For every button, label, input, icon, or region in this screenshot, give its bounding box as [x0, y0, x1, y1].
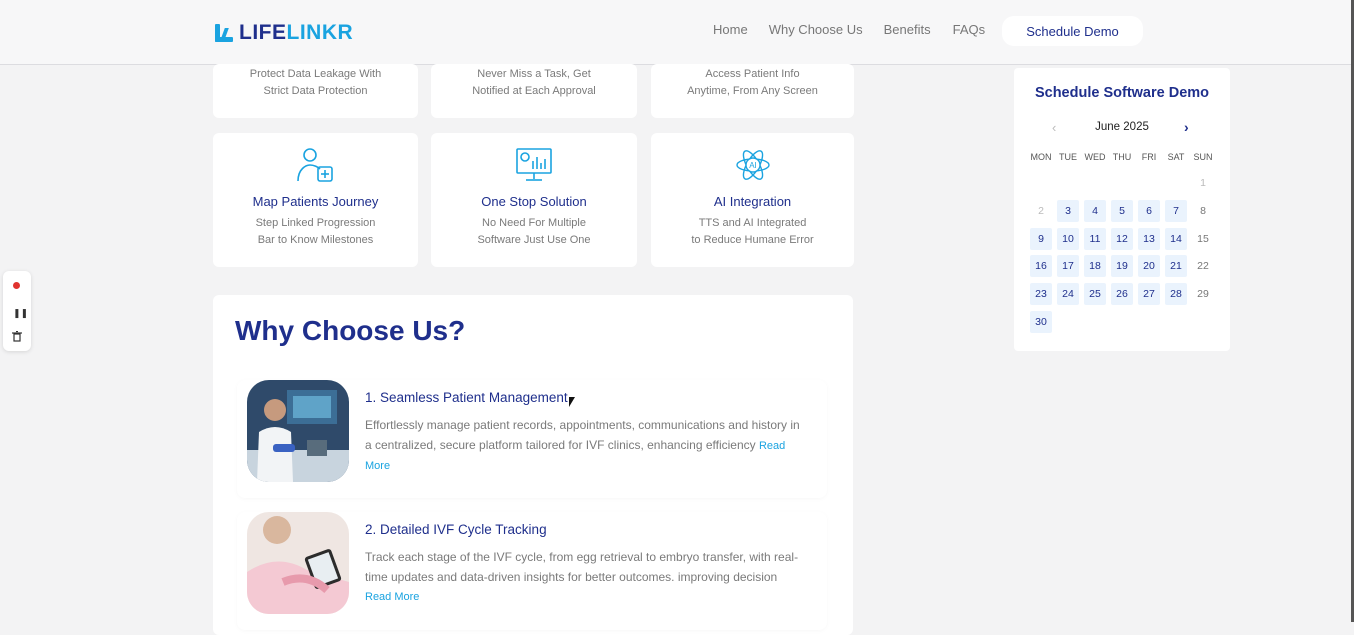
calendar-day: 8	[1200, 204, 1206, 217]
calendar-day[interactable]: 10	[1057, 227, 1079, 250]
why-item-patient-management: 1. Seamless Patient Management Effortles…	[237, 380, 827, 498]
schedule-demo-calendar: Schedule Software Demo ‹ June 2025 › MON…	[1014, 68, 1230, 351]
main-nav: Home Why Choose Us Benefits FAQs	[713, 22, 985, 37]
nav-why-choose-us[interactable]: Why Choose Us	[769, 22, 863, 37]
calendar-day: 1	[1200, 177, 1206, 189]
calendar-month: June 2025	[1095, 121, 1149, 133]
calendar-day[interactable]: 27	[1138, 283, 1160, 306]
feature-desc: Never Miss a Task, Get Notified at Each A…	[472, 68, 596, 97]
feature-card-data-protection: Protect Data Leakage With Strict Data Pro…	[213, 64, 418, 118]
weekday-header: SAT	[1167, 152, 1185, 162]
why-item-title: 2. Detailed IVF Cycle Tracking	[365, 522, 547, 537]
weekday-header: FRI	[1141, 152, 1157, 162]
monitor-chart-icon	[515, 147, 553, 189]
calendar-day: 22	[1197, 260, 1209, 273]
feature-card-patient-journey: Map Patients Journey Step Linked Progres…	[213, 133, 418, 267]
calendar-day[interactable]: 12	[1111, 227, 1133, 250]
record-icon[interactable]	[13, 282, 20, 289]
calendar-day[interactable]: 6	[1138, 199, 1160, 222]
calendar-day: 2	[1038, 204, 1044, 217]
feature-title: Map Patients Journey	[252, 194, 379, 209]
feature-desc: Step Linked Progression Bar to Know Miles…	[255, 217, 376, 246]
calendar-day[interactable]: 26	[1111, 283, 1133, 306]
calendar-day[interactable]: 20	[1138, 255, 1160, 278]
calendar-day[interactable]: 28	[1165, 283, 1187, 306]
feature-card-access: Access Patient Info Anytime, From Any Scr…	[651, 64, 854, 118]
calendar-day[interactable]: 25	[1084, 283, 1106, 306]
calendar-title: Schedule Software Demo	[1034, 85, 1210, 101]
weekday-header: MON	[1030, 152, 1052, 162]
brand-name: LIFELINKR	[239, 21, 354, 44]
weekday-header: THU	[1112, 152, 1132, 162]
svg-text:AI: AI	[749, 161, 757, 170]
calendar-day[interactable]: 24	[1057, 283, 1079, 306]
weekday-header: SUN	[1193, 152, 1213, 162]
pause-icon[interactable]: ❚❚	[13, 308, 28, 319]
why-choose-us-section: Why Choose Us? 1. Seamless Patient Manag…	[213, 295, 853, 635]
calendar-day[interactable]: 30	[1030, 311, 1052, 333]
feature-desc: Protect Data Leakage With Strict Data Pro…	[249, 68, 382, 97]
calendar-day[interactable]: 7	[1165, 199, 1187, 222]
chevron-right-icon[interactable]: ›	[1184, 119, 1189, 135]
nav-faqs[interactable]: FAQs	[953, 22, 986, 37]
calendar-day: 29	[1197, 288, 1209, 301]
why-item-title: 1. Seamless Patient Management	[365, 390, 568, 405]
calendar-day[interactable]: 17	[1057, 255, 1079, 278]
calendar-day[interactable]: 14	[1165, 227, 1187, 250]
feature-card-notifications: Never Miss a Task, Get Notified at Each A…	[431, 64, 637, 118]
calendar-day[interactable]: 16	[1030, 255, 1052, 278]
calendar-day[interactable]: 3	[1057, 199, 1079, 222]
calendar-day[interactable]: 21	[1165, 255, 1187, 278]
calendar-day[interactable]: 19	[1111, 255, 1133, 278]
user-plus-icon	[296, 147, 336, 189]
section-heading: Why Choose Us?	[235, 315, 466, 346]
weekday-header: TUE	[1059, 152, 1077, 162]
nav-home[interactable]: Home	[713, 22, 748, 37]
patient-tablet-image	[247, 512, 349, 614]
trash-icon[interactable]	[12, 330, 22, 345]
recording-toolbar: ❚❚	[3, 271, 31, 351]
feature-card-one-stop: One Stop Solution No Need For Multiple So…	[431, 133, 637, 267]
site-header: LIFELINKR Home Why Choose Us Benefits FA…	[0, 0, 1354, 65]
calendar-day[interactable]: 4	[1084, 199, 1106, 222]
calendar-day[interactable]: 5	[1111, 199, 1133, 222]
why-item-text: Track each stage of the IVF cycle, from …	[365, 550, 799, 603]
mouse-cursor-icon	[569, 397, 575, 407]
why-item-text: Effortlessly manage patient records, app…	[365, 418, 800, 472]
nav-benefits[interactable]: Benefits	[884, 22, 931, 37]
ai-atom-icon: AI	[735, 147, 771, 189]
read-more-link[interactable]: Read More	[365, 591, 419, 603]
lab-scientist-image	[247, 380, 349, 482]
feature-desc: TTS and AI Integrated to Reduce Humane Er…	[691, 217, 814, 246]
feature-desc: Access Patient Info Anytime, From Any Scr…	[687, 68, 818, 97]
weekday-header: WED	[1084, 152, 1106, 162]
feature-desc: No Need For Multiple Software Just Use On…	[477, 217, 591, 246]
calendar-day[interactable]: 18	[1084, 255, 1106, 278]
feature-title: AI Integration	[713, 194, 792, 209]
logo-mark-icon	[213, 22, 235, 44]
calendar-day: 15	[1197, 232, 1209, 245]
calendar-day[interactable]: 13	[1138, 227, 1160, 250]
calendar-day[interactable]: 9	[1030, 227, 1052, 250]
calendar-day[interactable]: 23	[1030, 283, 1052, 306]
calendar-day[interactable]: 11	[1084, 227, 1106, 250]
why-item-ivf-tracking: 2. Detailed IVF Cycle Tracking Track eac…	[237, 512, 827, 630]
feature-title: One Stop Solution	[481, 194, 587, 209]
feature-card-ai: AI AI Integration TTS and AI Integrated t…	[651, 133, 854, 267]
brand-logo[interactable]: LIFELINKR	[213, 20, 353, 46]
schedule-demo-button[interactable]: Schedule Demo	[1002, 16, 1143, 46]
